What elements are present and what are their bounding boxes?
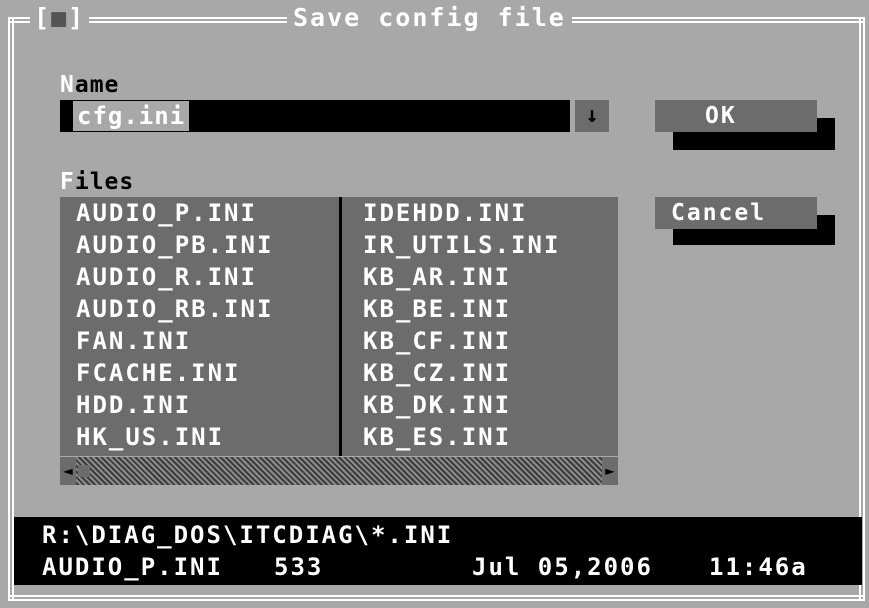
frame-left-border — [8, 17, 14, 601]
selected-file-time: 11:46a — [709, 553, 808, 581]
file-list-item[interactable]: HK_US.INI — [60, 421, 330, 453]
files-label-text: iles — [74, 169, 135, 195]
name-label-hotkey: N — [60, 72, 75, 98]
file-list[interactable]: AUDIO_P.INI AUDIO_PB.INI AUDIO_R.INI AUD… — [60, 197, 618, 456]
frame-right-border — [859, 17, 865, 601]
selected-file-name: AUDIO_P.INI — [42, 553, 223, 581]
file-list-item[interactable]: HDD.INI — [60, 389, 330, 421]
files-label: Files — [60, 168, 134, 196]
file-list-item[interactable]: FAN.INI — [60, 325, 330, 357]
column-divider — [339, 197, 342, 456]
scrollbar-thumb[interactable] — [78, 465, 90, 477]
history-dropdown-button[interactable]: ↓ — [575, 100, 609, 132]
selected-file-size: 533 — [274, 553, 324, 581]
selected-file-date: Jul 05,2006 — [472, 553, 653, 581]
close-button[interactable]: [■] — [30, 3, 90, 33]
file-list-column-2: IDEHDD.INI IR_UTILS.INI KB_AR.INI KB_BE.… — [347, 197, 617, 453]
close-bracket-right: ] — [68, 3, 86, 32]
file-list-item[interactable]: KB_CF.INI — [347, 325, 617, 357]
scroll-right-icon[interactable]: ► — [602, 457, 618, 485]
file-list-item[interactable]: AUDIO_P.INI — [60, 197, 330, 229]
files-label-hotkey: F — [60, 169, 75, 195]
current-path: R:\DIAG_DOS\ITCDIAG\*.INI — [42, 521, 454, 549]
file-list-item[interactable]: FCACHE.INI — [60, 357, 330, 389]
file-list-item[interactable]: KB_AR.INI — [347, 261, 617, 293]
scroll-left-icon[interactable]: ◄ — [60, 457, 76, 485]
ok-button[interactable]: OK — [655, 100, 817, 132]
name-label-text: ame — [74, 72, 120, 98]
cancel-button[interactable]: Cancel — [655, 197, 817, 229]
file-list-item[interactable]: KB_DK.INI — [347, 389, 617, 421]
file-list-item[interactable]: KB_ES.INI — [347, 421, 617, 453]
file-list-item[interactable]: IDEHDD.INI — [347, 197, 617, 229]
arrow-down-icon: ↓ — [585, 103, 599, 128]
name-input-value: cfg.ini — [73, 101, 190, 131]
name-input[interactable]: cfg.ini — [60, 100, 570, 132]
save-config-dialog: [■] Save config file Name cfg.ini ↓ OK F… — [0, 0, 869, 608]
close-icon: ■ — [51, 3, 69, 32]
file-list-scrollbar[interactable]: ◄ ► — [60, 457, 618, 485]
dialog-title: Save config file — [287, 3, 572, 33]
file-list-item[interactable]: AUDIO_RB.INI — [60, 293, 330, 325]
name-label: Name — [60, 71, 119, 99]
file-list-item[interactable]: AUDIO_R.INI — [60, 261, 330, 293]
frame-bottom-border — [8, 595, 865, 601]
file-list-item[interactable]: KB_CZ.INI — [347, 357, 617, 389]
file-list-item[interactable]: IR_UTILS.INI — [347, 229, 617, 261]
file-list-item[interactable]: KB_BE.INI — [347, 293, 617, 325]
file-info-pane: R:\DIAG_DOS\ITCDIAG\*.INI AUDIO_P.INI 53… — [14, 517, 862, 585]
file-list-item[interactable]: AUDIO_PB.INI — [60, 229, 330, 261]
close-bracket-left: [ — [34, 3, 52, 32]
file-list-column-1: AUDIO_P.INI AUDIO_PB.INI AUDIO_R.INI AUD… — [60, 197, 330, 453]
